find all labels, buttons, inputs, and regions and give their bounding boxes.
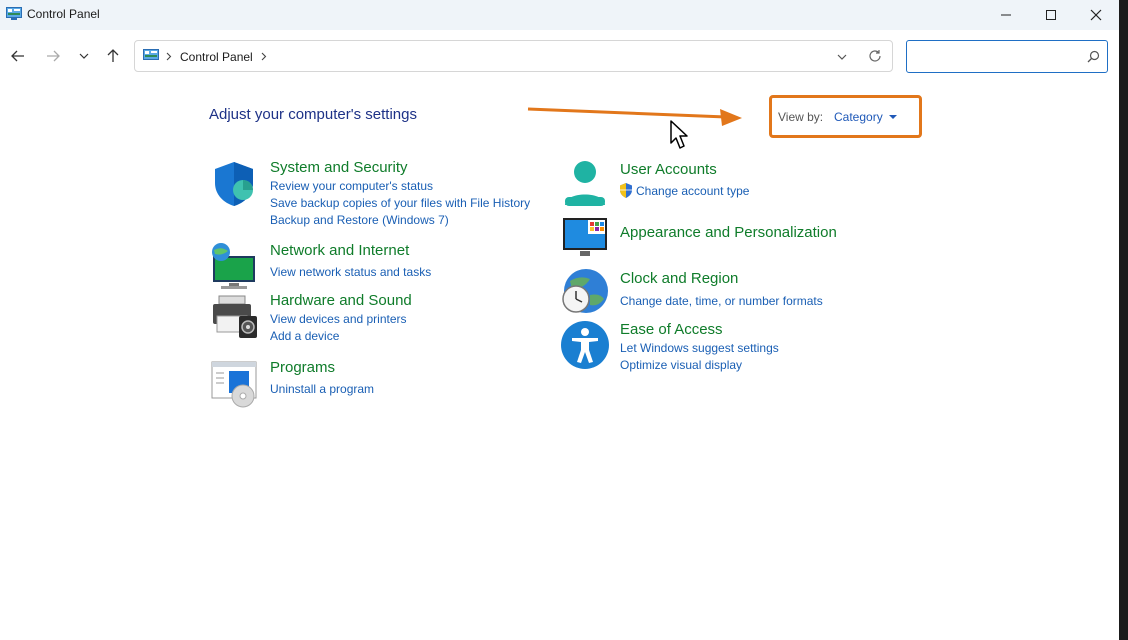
title-bar: Control Panel [0,0,1119,30]
category-title[interactable]: User Accounts [620,161,717,178]
control-panel-window: Control Panel Control Panel Adjust your … [0,0,1119,640]
mouse-cursor-icon [670,120,688,149]
category-title[interactable]: Programs [270,359,335,376]
annotation-arrow [527,107,742,126]
arrow-left-icon [11,50,24,62]
uac-shield-icon [620,183,632,198]
back-button[interactable] [6,44,30,68]
category-title[interactable]: Ease of Access [620,321,723,338]
chevron-down-icon[interactable] [837,52,847,62]
breadcrumb-control-panel[interactable]: Control Panel [180,50,253,64]
view-by-label: View by: [778,110,824,124]
category-link[interactable]: Change date, time, or number formats [620,294,823,308]
network-icon[interactable] [209,242,259,292]
category-hardware-sound: Hardware and Sound View devices and prin… [209,292,549,344]
category-user-accounts: User Accounts Change account type [560,159,880,209]
accessibility-icon[interactable] [560,320,610,370]
refresh-icon[interactable] [868,49,882,63]
category-programs: Programs Uninstall a program [209,359,549,409]
category-link[interactable]: Backup and Restore (Windows 7) [270,213,449,227]
shield-icon[interactable] [209,159,259,209]
category-link[interactable]: Let Windows suggest settings [620,341,779,355]
category-title[interactable]: Appearance and Personalization [620,224,837,241]
search-icon[interactable] [1087,50,1100,63]
category-link[interactable]: Add a device [270,329,339,343]
page-heading: Adjust your computer's settings [209,106,417,123]
minimize-icon [1001,14,1011,16]
category-ease-of-access: Ease of Access Let Windows suggest setti… [560,320,880,372]
category-link[interactable]: Optimize visual display [620,358,742,372]
category-appearance: Appearance and Personalization [560,214,880,259]
arrow-up-icon [107,49,119,62]
category-link[interactable]: Save backup copies of your files with Fi… [270,196,530,210]
recent-locations-button[interactable] [72,44,96,68]
control-panel-icon [6,7,22,20]
window-title: Control Panel [27,7,100,21]
forward-button[interactable] [41,44,65,68]
address-bar[interactable]: Control Panel [134,40,893,72]
category-clock-region: Clock and Region Change date, time, or n… [560,267,880,317]
category-title[interactable]: Network and Internet [270,242,409,259]
chevron-right-icon[interactable] [261,52,267,61]
close-button[interactable] [1073,0,1119,30]
minimize-button[interactable] [983,0,1029,30]
programs-icon[interactable] [209,359,259,409]
up-button[interactable] [101,44,125,68]
navigation-toolbar: Control Panel [0,30,1119,84]
clock-globe-icon[interactable] [560,267,610,317]
category-system-security: System and Security Review your computer… [209,159,549,229]
category-title[interactable]: System and Security [270,159,408,176]
category-network-internet: Network and Internet View network status… [209,242,549,292]
printer-icon[interactable] [209,292,259,342]
maximize-icon [1046,10,1056,20]
content-area: Adjust your computer's settings View by:… [0,84,1119,640]
category-link[interactable]: Uninstall a program [270,382,374,396]
category-title[interactable]: Hardware and Sound [270,292,412,309]
caret-down-icon[interactable] [889,115,897,119]
search-input[interactable] [906,40,1108,73]
chevron-right-icon[interactable] [166,52,172,61]
maximize-button[interactable] [1028,0,1074,30]
category-title[interactable]: Clock and Region [620,270,738,287]
category-link[interactable]: View network status and tasks [270,265,431,279]
category-link[interactable]: Change account type [636,184,749,198]
control-panel-icon [143,49,159,60]
close-icon [1090,9,1102,21]
category-link[interactable]: Review your computer's status [270,179,433,193]
arrow-right-icon [47,50,60,62]
user-icon[interactable] [560,159,610,209]
view-by-dropdown[interactable]: Category [834,110,883,124]
view-by-box: View by: Category [769,95,922,138]
category-link[interactable]: View devices and printers [270,312,407,326]
monitor-icon[interactable] [560,214,610,264]
chevron-down-icon [79,53,89,59]
